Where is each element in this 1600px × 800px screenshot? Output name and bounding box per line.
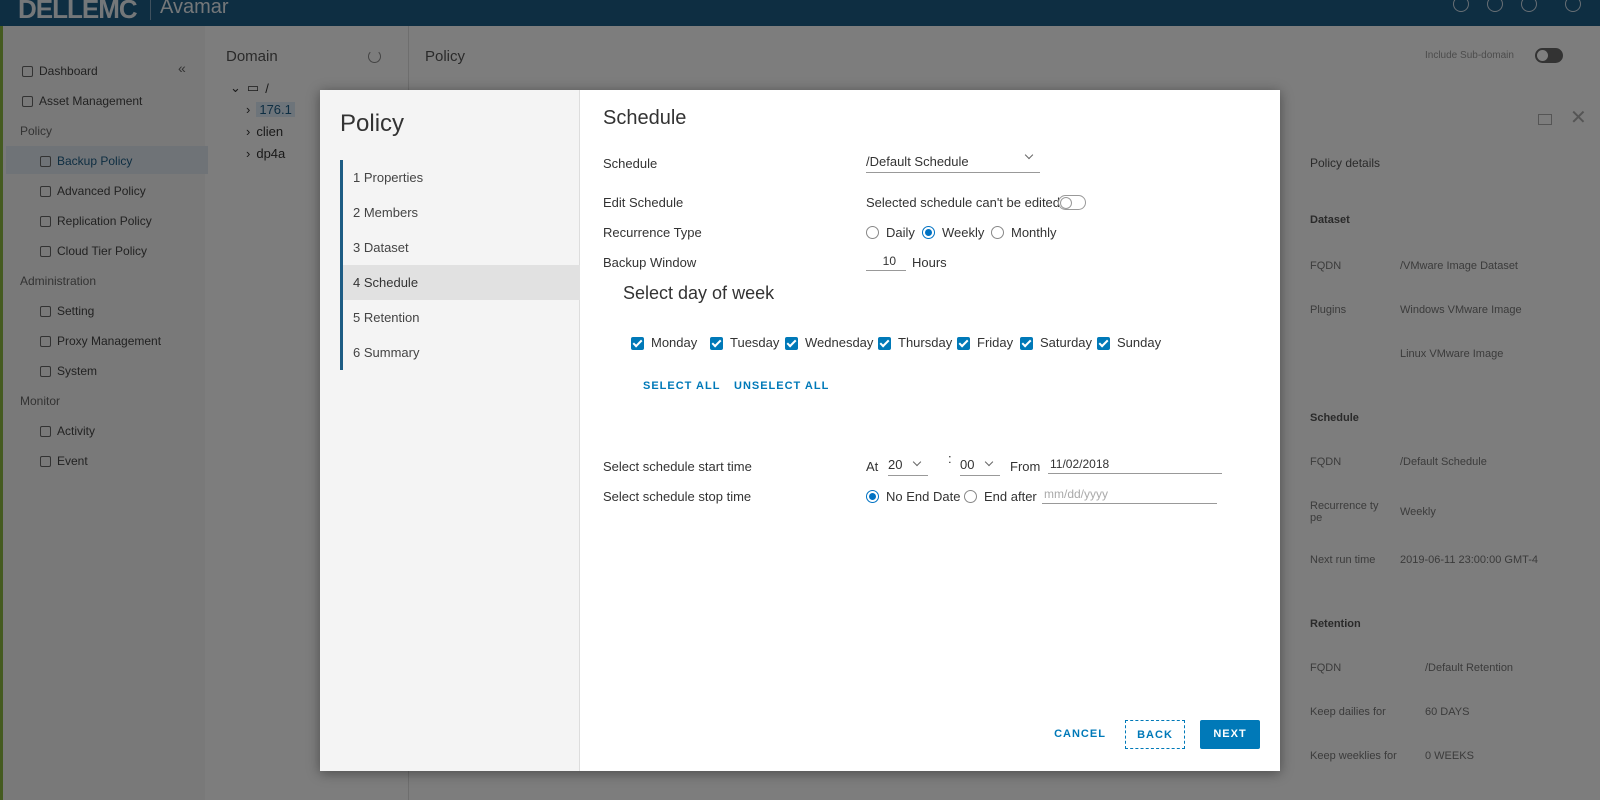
sunday-checkbox[interactable] [1097,337,1110,350]
edit-schedule-toggle[interactable] [1058,195,1086,210]
wednesday-label[interactable]: Wednesday [805,335,873,350]
maximize-icon[interactable] [1538,114,1552,125]
step-properties[interactable]: 1 Properties [343,160,580,195]
from-date-input[interactable]: 11/02/2018 [1048,457,1222,474]
monday-label[interactable]: Monday [651,335,697,350]
next-button[interactable]: NEXT [1200,720,1260,749]
recurrence-weekly-radio[interactable] [922,226,935,239]
minute-select-value: 00 [960,457,975,472]
policy-wizard-modal: Policy 1 Properties 2 Members 3 Dataset … [320,90,1587,771]
recurrence-monthly-label[interactable]: Monthly [1011,225,1057,240]
schedule-label: Schedule [603,156,658,171]
back-button[interactable]: BACK [1125,720,1185,749]
wizard-steps: 1 Properties 2 Members 3 Dataset 4 Sched… [340,160,580,370]
day-of-week-title: Select day of week [623,283,775,303]
end-after-label[interactable]: End after [984,489,1037,504]
no-end-date-label[interactable]: No End Date [886,489,960,504]
recurrence-monthly-radio[interactable] [991,226,1004,239]
minute-select[interactable]: 00 [960,457,1000,476]
chevron-down-icon [912,457,922,467]
end-after-radio[interactable] [964,490,977,503]
section-title: Schedule [603,107,687,129]
select-all-button[interactable]: SELECT ALL [643,380,720,392]
tuesday-label[interactable]: Tuesday [730,335,779,350]
recurrence-daily-label[interactable]: Daily [886,225,915,240]
schedule-form: Schedule ✕ Schedule /Default Schedule Ed… [580,90,1587,771]
saturday-label[interactable]: Saturday [1040,335,1092,350]
start-time-label: Select schedule start time [603,459,752,474]
friday-checkbox[interactable] [957,337,970,350]
modal-title: Policy [340,110,405,137]
backup-window-input[interactable]: 10 [866,254,906,271]
edit-schedule-label: Edit Schedule [603,195,684,210]
recurrence-daily-radio[interactable] [866,226,879,239]
backup-window-unit: Hours [912,255,947,270]
wednesday-checkbox[interactable] [785,337,798,350]
edit-schedule-note: Selected schedule can't be edited [866,195,1061,210]
no-end-date-radio[interactable] [866,490,879,503]
step-dataset[interactable]: 3 Dataset [343,230,580,265]
step-summary[interactable]: 6 Summary [343,335,580,370]
close-icon[interactable]: ✕ [1570,108,1587,128]
chevron-down-icon [984,457,994,467]
tuesday-checkbox[interactable] [710,337,723,350]
cancel-button[interactable]: CANCEL [1040,720,1120,749]
hour-select-value: 20 [888,457,903,472]
thursday-checkbox[interactable] [878,337,891,350]
step-retention[interactable]: 5 Retention [343,300,580,335]
step-schedule[interactable]: 4 Schedule [343,265,580,300]
schedule-select[interactable]: /Default Schedule [866,150,1040,173]
sunday-label[interactable]: Sunday [1117,335,1161,350]
at-label: At [866,459,879,474]
step-members[interactable]: 2 Members [343,195,580,230]
thursday-label[interactable]: Thursday [898,335,952,350]
backup-window-label: Backup Window [603,255,697,270]
schedule-select-value: /Default Schedule [866,154,969,169]
recurrence-weekly-label[interactable]: Weekly [942,225,984,240]
wizard-steps-panel: Policy 1 Properties 2 Members 3 Dataset … [320,90,580,771]
hour-select[interactable]: 20 [888,457,928,476]
recurrence-type-label: Recurrence Type [603,225,702,240]
end-after-date-input[interactable]: mm/dd/yyyy [1042,487,1217,504]
friday-label[interactable]: Friday [977,335,1013,350]
monday-checkbox[interactable] [631,337,644,350]
stop-time-label: Select schedule stop time [603,489,752,504]
unselect-all-button[interactable]: UNSELECT ALL [734,380,829,392]
chevron-down-icon [1024,150,1034,160]
time-colon: : [948,451,952,466]
from-label: From [1010,459,1041,474]
saturday-checkbox[interactable] [1020,337,1033,350]
